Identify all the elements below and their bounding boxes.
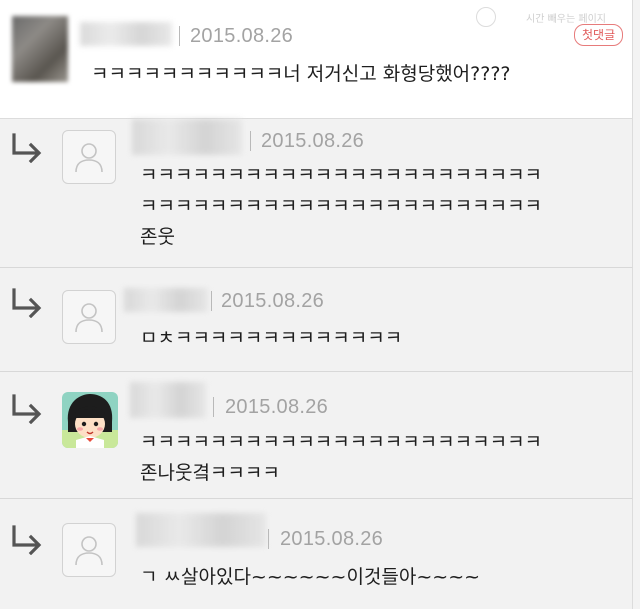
comment-text-line: ㅋㅋㅋㅋㅋㅋㅋㅋㅋㅋㅋㅋㅋㅋㅋㅋㅋㅋㅋㅋㅋㅋㅋ	[140, 164, 543, 186]
clock-icon	[476, 7, 496, 27]
comment-text: ㅋㅋㅋㅋㅋㅋㅋㅋㅋㅋㅋ너 저거신고 화형당했어????	[91, 63, 511, 85]
comment-text-line: ㅋㅋㅋㅋㅋㅋㅋㅋㅋㅋㅋㅋㅋㅋㅋㅋㅋㅋㅋㅋㅋㅋㅋ	[140, 431, 543, 453]
comment-text-line: ㅋㅋㅋㅋㅋㅋㅋㅋㅋㅋㅋㅋㅋㅋㅋㅋㅋㅋㅋㅋㅋㅋㅋ	[140, 195, 543, 217]
comment-item: 2015.08.26 ㅋㅋㅋㅋㅋㅋㅋㅋㅋㅋㅋ너 저거신고 화형당했어???? 시…	[0, 0, 633, 119]
reply-item: 2015.08.26 ㅋㅋㅋㅋㅋㅋㅋㅋㅋㅋㅋㅋㅋㅋㅋㅋㅋㅋㅋㅋㅋㅋㅋ ㅋㅋㅋㅋㅋ…	[0, 119, 633, 268]
comment-date: 2015.08.26	[225, 396, 329, 418]
reply-item: 2015.08.26 ㅋㅋㅋㅋㅋㅋㅋㅋㅋㅋㅋㅋㅋㅋㅋㅋㅋㅋㅋㅋㅋㅋㅋ 존나웃곀ㅋ…	[0, 372, 633, 499]
reply-item: 2015.08.26 ㄱ ㅆ살아있다~~~~~~이것들아~~~~	[0, 499, 633, 609]
comment-text: ㅁㅊㅋㅋㅋㅋㅋㅋㅋㅋㅋㅋㅋㅋㅋ	[140, 327, 403, 349]
reply-arrow-icon	[12, 133, 42, 163]
meta-separator	[179, 26, 180, 46]
first-comment-badge: 첫댓글	[574, 24, 624, 46]
comment-text: ㄱ ㅆ살아있다~~~~~~이것들아~~~~	[140, 566, 481, 588]
author-name[interactable]	[124, 288, 208, 312]
avatar[interactable]	[12, 16, 68, 82]
meta-separator	[213, 397, 214, 417]
character-avatar-icon[interactable]	[62, 392, 118, 448]
default-user-icon[interactable]	[62, 130, 116, 184]
meta-separator	[268, 529, 269, 549]
comment-thread: 2015.08.26 ㅋㅋㅋㅋㅋㅋㅋㅋㅋㅋㅋ너 저거신고 화형당했어???? 시…	[0, 0, 640, 609]
default-user-icon[interactable]	[62, 290, 116, 344]
reply-arrow-icon	[12, 394, 42, 424]
author-name[interactable]	[80, 22, 172, 46]
author-name[interactable]	[132, 119, 242, 155]
comment-date: 2015.08.26	[280, 528, 384, 550]
comment-text-line: 존웃	[140, 226, 175, 248]
comment-date: 2015.08.26	[261, 130, 365, 152]
author-name[interactable]	[130, 382, 206, 418]
reply-item: 2015.08.26 ㅁㅊㅋㅋㅋㅋㅋㅋㅋㅋㅋㅋㅋㅋㅋ	[0, 268, 633, 372]
comment-text-line: 존나웃곀ㅋㅋㅋㅋ	[140, 462, 280, 484]
meta-separator	[250, 131, 251, 151]
meta-separator	[211, 291, 212, 311]
default-user-icon[interactable]	[62, 523, 116, 577]
reply-arrow-icon	[12, 288, 42, 318]
reply-arrow-icon	[12, 525, 42, 555]
author-name[interactable]	[136, 513, 266, 547]
comment-date: 2015.08.26	[190, 25, 294, 47]
page-label: 시간 빼우는 페이지	[526, 14, 606, 25]
comment-date: 2015.08.26	[221, 290, 325, 312]
